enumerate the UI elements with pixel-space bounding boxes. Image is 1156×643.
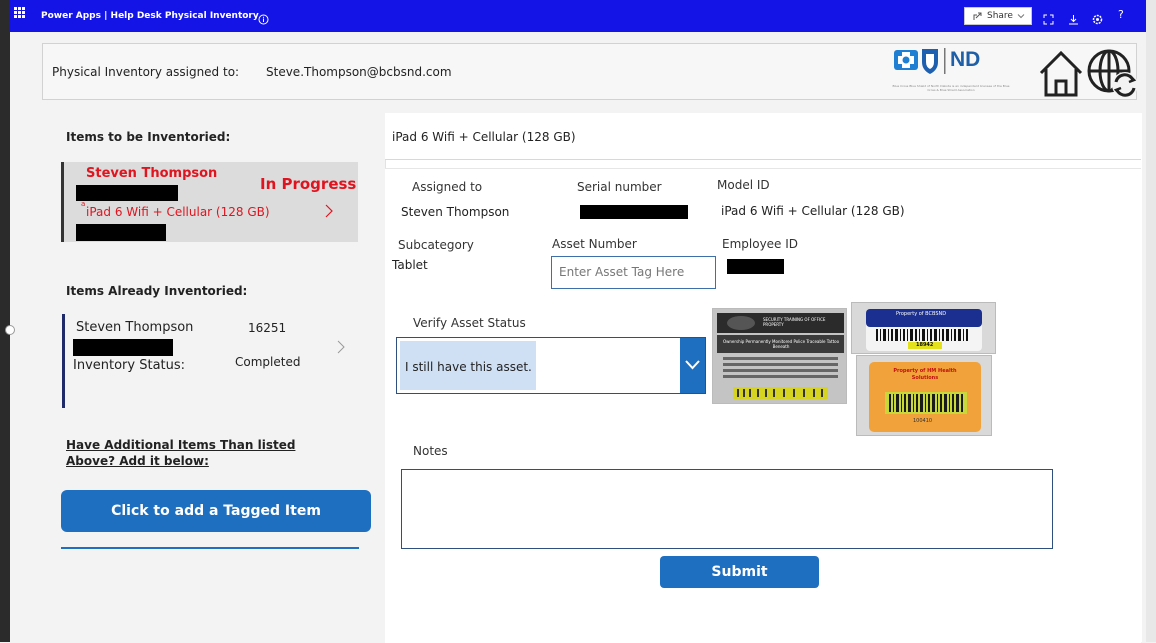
submit-button[interactable]: Submit [660, 556, 819, 588]
sticker-2-title: Property of BCBSND [896, 311, 947, 317]
logo-caption: Blue Cross Blue Shield of North Dakota i… [892, 84, 1010, 92]
redacted-field [76, 224, 166, 241]
sticker-3-number: 100410 [913, 418, 933, 424]
subcategory-label: Subcategory [398, 238, 474, 252]
info-icon[interactable] [258, 10, 269, 29]
card-accent-bar [62, 314, 65, 408]
employee-id-label: Employee ID [722, 237, 799, 251]
card2-name: Steven Thompson [76, 320, 194, 335]
sticker-image-stop: SECURITY TRAINING OF OFFICE PROPERTY Own… [712, 308, 847, 404]
chevron-down-icon [1017, 12, 1025, 23]
subcategory-value: Tablet [392, 258, 428, 272]
app-title: Power Apps | Help Desk Physical Inventor… [41, 11, 259, 21]
redacted-field [73, 339, 173, 356]
card1-item: iPad 6 Wifi + Cellular (128 GB) [86, 205, 270, 219]
asset-number-input[interactable]: Enter Asset Tag Here [551, 256, 716, 289]
resize-handle[interactable] [5, 325, 15, 335]
card-accent-bar [61, 162, 64, 242]
card1-name: Steven Thompson [86, 166, 218, 181]
add-tagged-item-button[interactable]: Click to add a Tagged Item [61, 490, 371, 532]
expand-icon[interactable] [1043, 10, 1054, 29]
already-inventoried-title: Items Already Inventoried: [66, 284, 248, 298]
assigned-email: Steve.Thompson@bcbsnd.com [266, 65, 452, 79]
card1-marker: a [81, 200, 86, 208]
inventory-status-label: Inventory Status: [73, 358, 186, 373]
redacted-field [76, 185, 178, 201]
sticker-3-title: Property of HM Health Solutions [893, 368, 957, 381]
redacted-employee-id [727, 259, 784, 274]
share-label: Share [987, 11, 1013, 21]
verify-asset-status-label: Verify Asset Status [413, 316, 526, 330]
serial-number-label: Serial number [577, 180, 662, 194]
settings-icon[interactable] [1092, 10, 1103, 29]
redacted-serial-number [580, 205, 688, 219]
chevron-down-icon [685, 360, 700, 370]
right-window-edge [1146, 0, 1156, 642]
dropdown-selected-value: I still have this asset. [405, 360, 532, 374]
sticker-1-body: Ownership Permanently Monitored Police T… [722, 339, 840, 349]
waffle-icon[interactable] [14, 7, 25, 21]
share-button[interactable]: Share [964, 7, 1032, 25]
additional-items-title: Have Additional Items Than listed Above?… [66, 438, 296, 468]
dropdown-toggle[interactable] [680, 338, 705, 393]
left-window-edge [0, 0, 10, 642]
asset-number-label: Asset Number [552, 237, 637, 251]
bcbsnd-logo: ND Blue Cross Blue Shield of North Dakot… [888, 44, 1013, 97]
sticker-1-title: SECURITY TRAINING OF OFFICE PROPERTY [763, 317, 826, 327]
share-icon [973, 11, 983, 24]
sticker-image-hm-health: Property of HM Health Solutions 100410 [856, 355, 992, 436]
model-id-value: iPad 6 Wifi + Cellular (128 GB) [721, 204, 905, 218]
to-be-inventoried-title: Items to be Inventoried: [66, 130, 231, 144]
help-icon[interactable]: ? [1118, 8, 1124, 21]
power-apps-topbar: Power Apps | Help Desk Physical Inventor… [10, 0, 1146, 32]
card2-number: 16251 [248, 321, 287, 335]
chevron-right-icon[interactable] [324, 203, 334, 222]
detail-title: iPad 6 Wifi + Cellular (128 GB) [392, 130, 576, 144]
inventory-status-value: Completed [235, 355, 301, 369]
notes-label: Notes [413, 444, 448, 458]
assigned-to-value: Steven Thompson [401, 205, 510, 219]
assigned-to-label: Assigned to [412, 180, 483, 194]
card1-status: In Progress [260, 175, 357, 193]
globe-refresh-icon[interactable] [1085, 47, 1141, 105]
sticker-image-bcbsnd: Property of BCBSND 18942 [851, 302, 996, 354]
sticker-2-number: 18942 [916, 342, 934, 348]
logo-text: ND [950, 48, 981, 71]
download-icon[interactable] [1068, 10, 1079, 29]
model-id-label: Model ID [717, 178, 770, 192]
home-icon[interactable] [1038, 47, 1084, 103]
chevron-right-icon[interactable] [337, 339, 345, 358]
notes-textarea[interactable] [401, 469, 1053, 549]
assigned-label: Physical Inventory assigned to: [52, 65, 240, 79]
divider [61, 547, 359, 549]
